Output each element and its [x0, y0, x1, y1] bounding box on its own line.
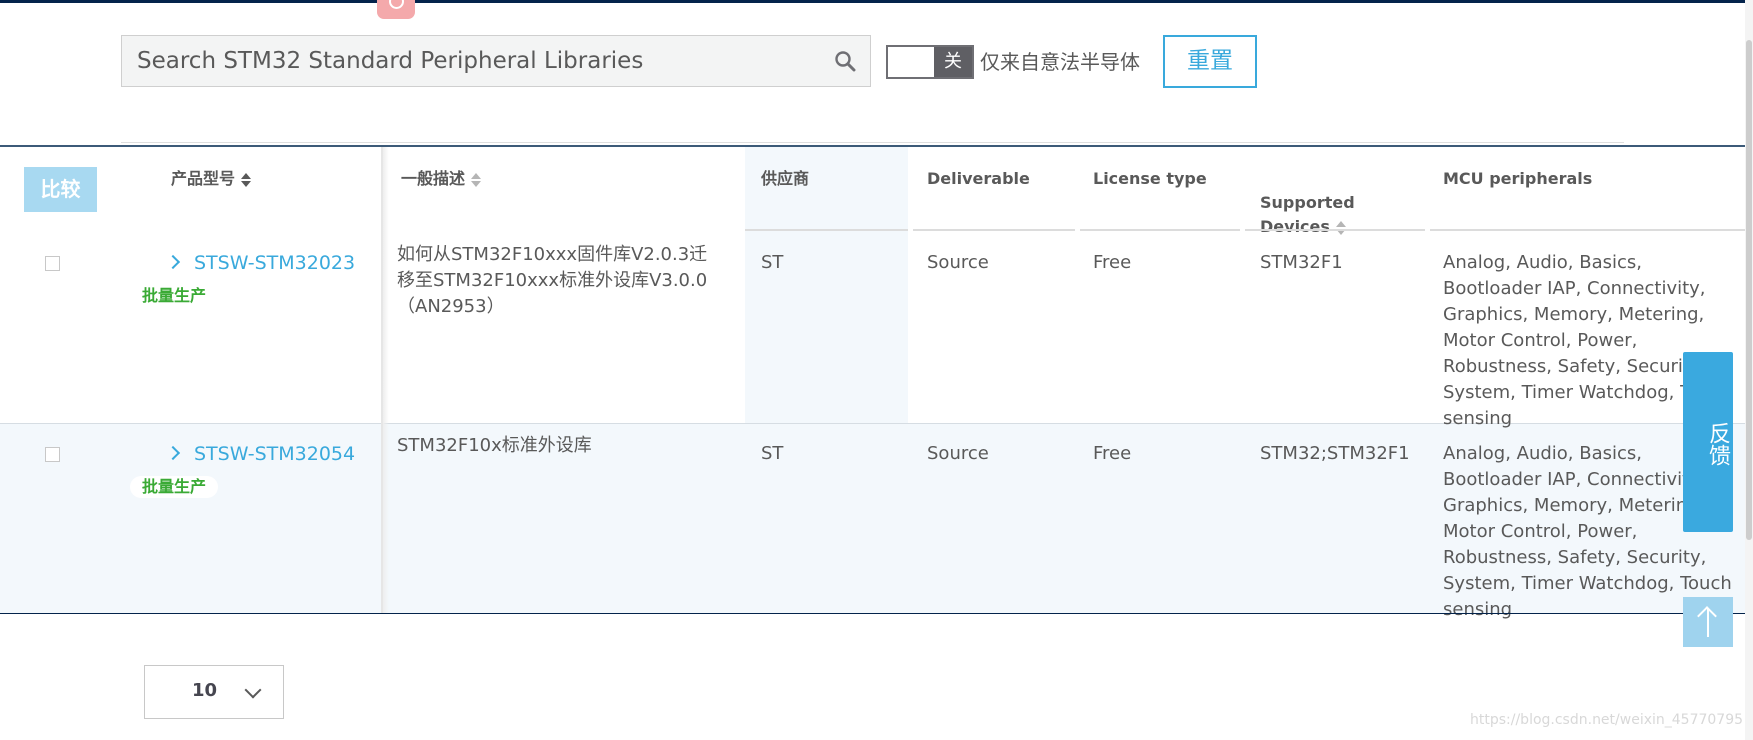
- watermark: https://blog.csdn.net/weixin_45770795: [1470, 712, 1744, 728]
- column-header-description[interactable]: 一般描述: [401, 167, 482, 191]
- arrow-up-head: [1697, 606, 1717, 626]
- scrollbar[interactable]: [1745, 0, 1753, 740]
- compare-button[interactable]: 比较: [24, 167, 97, 212]
- description-cell: 如何从STM32F10xxx固件库V2.0.3迁移至STM32F10xxx标准外…: [397, 244, 708, 317]
- sort-icon[interactable]: [1335, 220, 1346, 236]
- column-header-label: 一般描述: [401, 169, 466, 188]
- product-link[interactable]: STSW-STM32023: [194, 250, 355, 276]
- license-cell: Free: [1093, 443, 1132, 464]
- back-to-top-button[interactable]: [1683, 597, 1733, 647]
- search-box: [121, 35, 871, 87]
- status-badge: 批量生产: [142, 286, 207, 305]
- column-divider-shadow: [383, 147, 389, 613]
- compare-checkbox[interactable]: [45, 447, 60, 462]
- toggle-state-label: 关: [934, 47, 972, 77]
- page-size-select[interactable]: 10: [144, 665, 284, 719]
- sort-icon[interactable]: [241, 172, 252, 188]
- sort-icon[interactable]: [471, 172, 482, 188]
- header-underline: [1080, 229, 1240, 231]
- st-only-toggle[interactable]: 关: [886, 45, 974, 79]
- page-size-value: 10: [192, 680, 218, 701]
- column-header-deliverable: Deliverable: [927, 169, 1030, 188]
- description-cell: STM32F10x标准外设库: [397, 435, 592, 456]
- feedback-label: 反馈: [1705, 422, 1730, 466]
- table-bottom-border: [0, 613, 1745, 614]
- reset-button[interactable]: 重置: [1163, 35, 1257, 88]
- search-icon[interactable]: [834, 50, 856, 72]
- top-search-badge[interactable]: [377, 0, 415, 19]
- magnifier-icon: [389, 0, 404, 9]
- devices-cell: STM32F1: [1260, 252, 1343, 273]
- chevron-down-icon: [244, 681, 262, 699]
- product-link[interactable]: STSW-STM32054: [194, 441, 355, 467]
- deliverable-cell: Source: [927, 443, 989, 464]
- scrollbar-thumb[interactable]: [1746, 40, 1752, 540]
- divider: [121, 142, 1624, 143]
- compare-checkbox[interactable]: [45, 256, 60, 271]
- header-underline: [1245, 229, 1425, 231]
- chevron-right-icon[interactable]: [165, 254, 181, 270]
- vendor-cell: ST: [761, 443, 784, 464]
- header-underline: [745, 229, 908, 231]
- search-input[interactable]: [122, 36, 802, 86]
- license-cell: Free: [1093, 252, 1132, 273]
- header-underline: [1430, 229, 1745, 231]
- header-underline: [913, 229, 1075, 231]
- status-badge: 批量生产: [130, 476, 219, 498]
- top-border: [0, 0, 1753, 3]
- column-header-part-number[interactable]: 产品型号: [171, 167, 252, 191]
- column-header-mcu-peripherals: MCU peripherals: [1443, 169, 1593, 188]
- vendor-cell: ST: [761, 252, 784, 273]
- feedback-button[interactable]: 反馈: [1683, 352, 1733, 532]
- column-header-label: 产品型号: [171, 169, 236, 188]
- column-header-vendor: 供应商: [761, 169, 810, 188]
- deliverable-cell: Source: [927, 252, 989, 273]
- devices-cell: STM32;STM32F1: [1260, 443, 1410, 464]
- toggle-label: 仅来自意法半导体: [980, 50, 1140, 74]
- column-header-license: License type: [1093, 169, 1207, 188]
